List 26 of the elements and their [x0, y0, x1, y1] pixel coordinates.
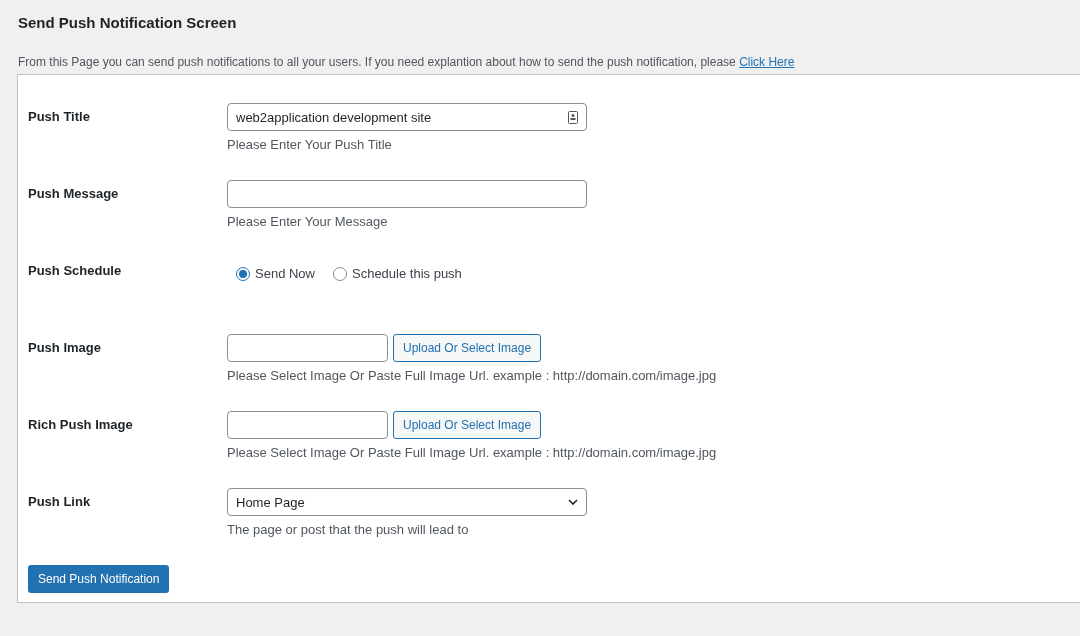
- field-label: Push Message: [28, 185, 120, 203]
- help-text: Please Enter Your Message: [227, 214, 389, 230]
- page-title: Send Push Notification Screen: [18, 13, 238, 33]
- contact-card-icon: [568, 110, 578, 124]
- text-field[interactable]: [227, 180, 587, 208]
- field-label: Push Image: [28, 339, 102, 357]
- help-link[interactable]: Click Here: [739, 55, 795, 69]
- send-button[interactable]: Send Push Notification: [28, 565, 170, 593]
- upload-button[interactable]: Upload Or Select Image: [393, 334, 542, 362]
- image-url-field[interactable]: [227, 334, 388, 362]
- field-label: Push Title: [28, 108, 91, 126]
- field-label: Push Schedule: [28, 262, 123, 280]
- field-label: Rich Push Image: [28, 416, 134, 434]
- text-field[interactable]: web2application development site: [227, 103, 587, 131]
- field-label: Push Link: [28, 493, 92, 511]
- radio-option[interactable]: Send Now: [236, 266, 315, 281]
- help-text: Please Select Image Or Paste Full Image Url. example : http://domain.com/image.jpg: [227, 445, 718, 461]
- image-url-field[interactable]: [227, 411, 388, 439]
- help-text: Please Select Image Or Paste Full Image Url. example : http://domain.com/image.jpg: [227, 368, 718, 384]
- page-description: From this Page you can send push notifications to all your users. If you need explantion about how to send the push notification, please Click Here: [18, 54, 796, 70]
- help-text: The page or post that the push will lead to: [227, 522, 470, 538]
- upload-button[interactable]: Upload Or Select Image: [393, 411, 542, 439]
- help-text: Please Enter Your Push Title: [227, 137, 393, 153]
- radio-option[interactable]: Schedule this push: [333, 266, 462, 281]
- chevron-down-icon: [568, 499, 578, 505]
- link-select[interactable]: Home Page: [227, 488, 587, 516]
